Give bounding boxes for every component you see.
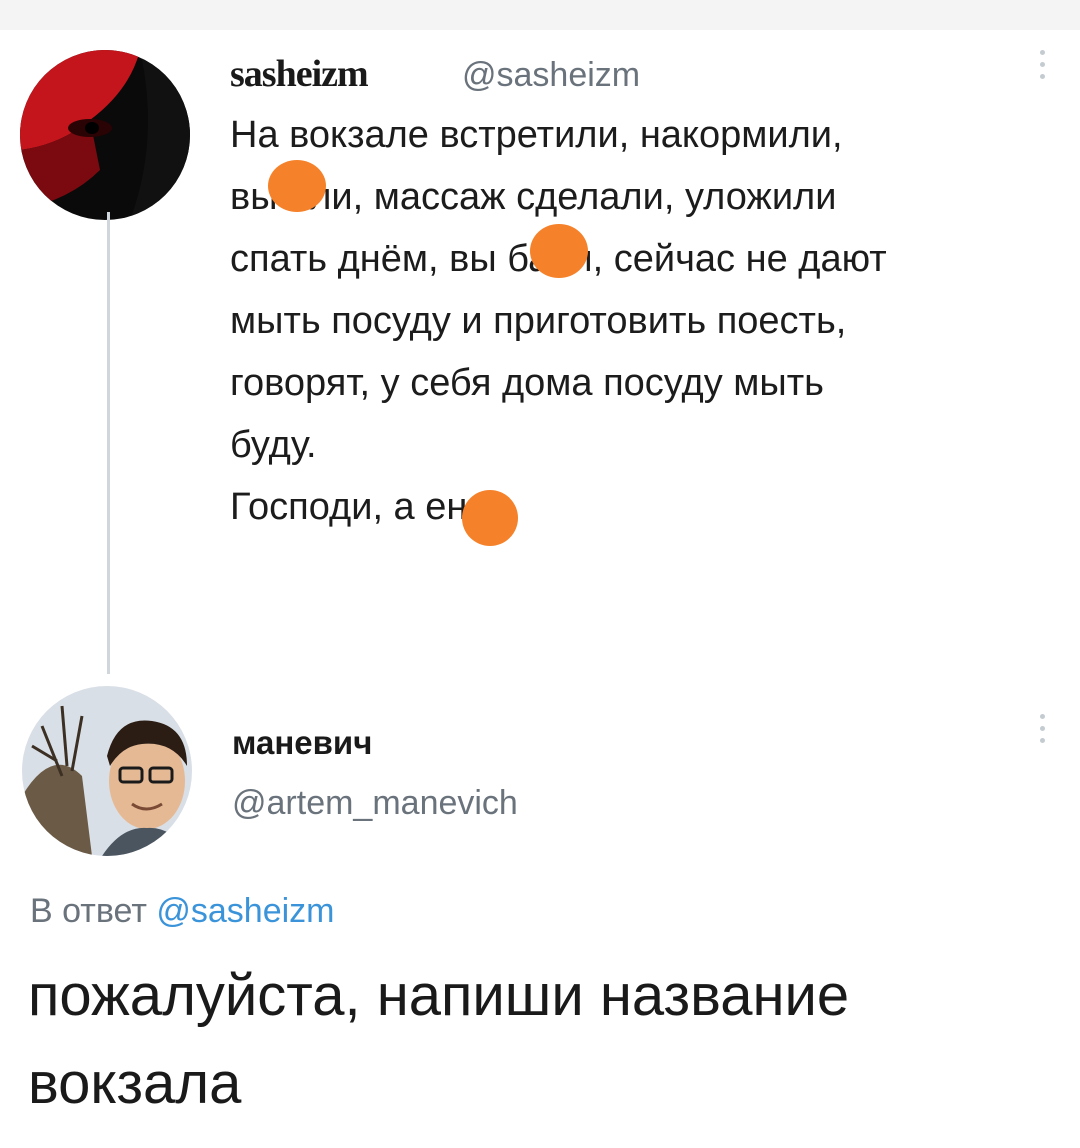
user-handle[interactable]: @artem_manevich: [232, 784, 518, 823]
avatar-image: [22, 686, 192, 856]
tweet-text: На вокзале встретили, накормили, вы али,…: [230, 104, 1060, 538]
display-name[interactable]: sasheizm: [230, 52, 369, 96]
censor-blob: [268, 160, 326, 212]
avatar-sasheizm[interactable]: [20, 50, 190, 220]
reply-mention-link[interactable]: @sasheizm: [156, 892, 334, 930]
tweet-line: говорят, у себя дома посуду мыть: [230, 362, 824, 404]
reply-prefix: В ответ: [30, 892, 147, 930]
tweet-line: На вокзале встретили, накормили,: [230, 114, 843, 156]
tweet-line: вы али, массаж сделали, уложили: [230, 176, 837, 218]
tweet-line: Господи, а енно: [230, 486, 510, 528]
reply-context: В ответ @sasheizm: [30, 892, 334, 931]
more-vertical-icon[interactable]: [1040, 714, 1045, 750]
user-handle[interactable]: @sasheizm: [462, 56, 640, 95]
reply-text: пожалуйста, напиши название вокзала: [28, 952, 1058, 1128]
tweet-line: буду.: [230, 424, 317, 466]
reply-line: вокзала: [28, 1051, 242, 1116]
avatar-manevich[interactable]: [22, 686, 192, 856]
top-bar: [0, 0, 1080, 30]
avatar-image: [20, 50, 190, 220]
display-name[interactable]: маневич: [232, 724, 372, 762]
reply-line: пожалуйста, напиши название: [28, 963, 850, 1028]
tweet-line: спать днём, вы бали, сейчас не дают: [230, 238, 887, 280]
censor-blob: [462, 490, 518, 546]
thread-line: [107, 212, 110, 674]
more-vertical-icon[interactable]: [1040, 50, 1045, 86]
tweet-line: мыть посуду и приготовить поесть,: [230, 300, 847, 342]
censor-blob: [530, 224, 588, 278]
